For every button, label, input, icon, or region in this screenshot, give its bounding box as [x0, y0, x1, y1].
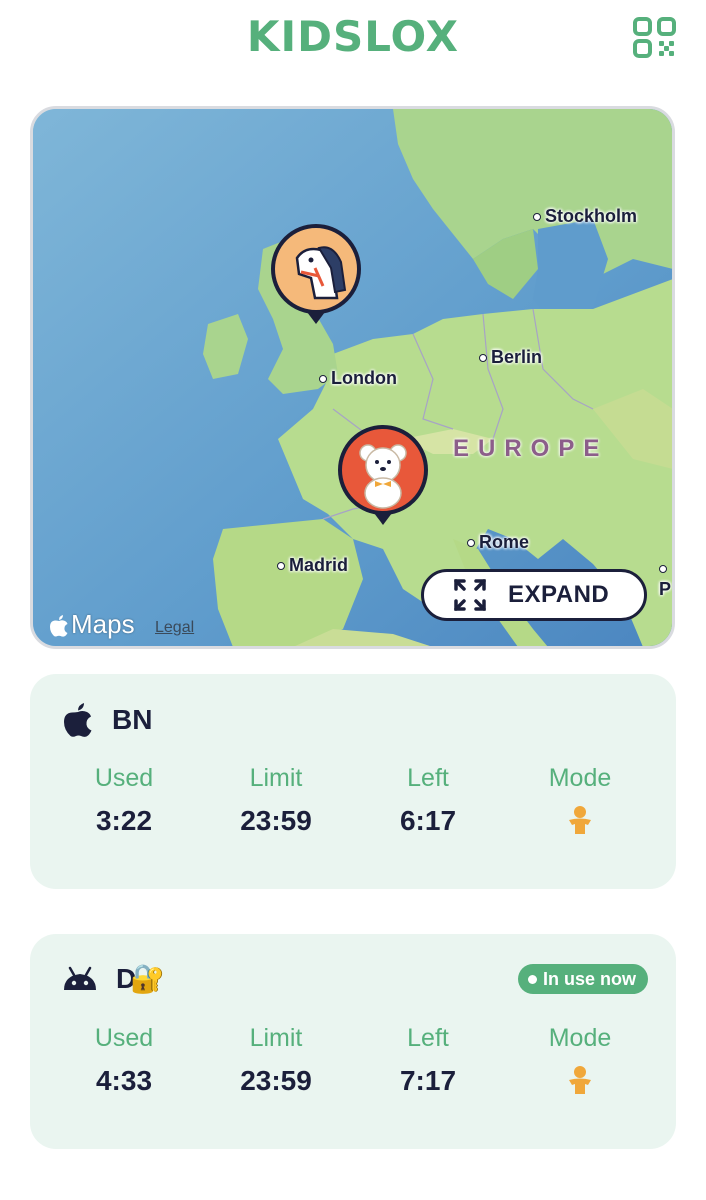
teddy-bear-avatar-icon: [338, 425, 428, 515]
expand-icon: [454, 579, 486, 611]
child-location-pin-teddy[interactable]: [338, 425, 428, 525]
city-label-stockholm: Stockholm: [533, 206, 637, 227]
city-label-london: London: [319, 368, 397, 389]
stat-value: 3:22: [95, 805, 153, 836]
stat-label: Limit: [249, 764, 303, 792]
usage-stats: Used 4:33 Limit 23:59 Left 7:17 Mode: [30, 1024, 676, 1100]
child-mode-icon: [564, 1065, 596, 1100]
map-legal-link[interactable]: Legal: [155, 619, 194, 637]
stat-label: Mode: [548, 764, 612, 792]
stat-used: Used 3:22: [48, 764, 200, 840]
stat-value: 7:17: [399, 1065, 457, 1096]
stat-label: Used: [94, 764, 154, 792]
city-label-partial: P: [659, 558, 672, 600]
maps-attribution: Maps: [49, 609, 135, 640]
device-header: D🔐: [62, 962, 165, 995]
stat-mode[interactable]: Mode: [504, 1024, 656, 1100]
usage-stats: Used 3:22 Limit 23:59 Left 6:17 Mode: [30, 764, 676, 840]
stat-value: 23:59: [240, 1065, 312, 1096]
apple-logo-icon: [50, 614, 68, 637]
stat-mode[interactable]: Mode: [504, 764, 656, 840]
device-card[interactable]: BN Used 3:22 Limit 23:59 Left 6:17 Mode: [30, 674, 676, 889]
city-label-madrid: Madrid: [277, 555, 348, 576]
device-name: D🔐: [116, 963, 166, 994]
in-use-label: In use now: [542, 968, 636, 989]
stat-limit: Limit 23:59: [200, 1024, 352, 1100]
stat-label: Left: [407, 764, 449, 792]
child-mode-icon: [564, 805, 596, 840]
expand-label: EXPAND: [508, 581, 610, 608]
stat-value: 6:17: [399, 805, 457, 836]
region-label-europe: EUROPE: [453, 435, 609, 462]
stat-left: Left 7:17: [352, 1024, 504, 1100]
stat-label: Used: [94, 1024, 154, 1052]
city-label-berlin: Berlin: [479, 347, 542, 368]
status-dot-icon: [527, 974, 537, 984]
child-location-pin-horse[interactable]: [271, 224, 361, 324]
expand-map-button[interactable]: EXPAND: [421, 569, 647, 621]
maps-brand-label: Maps: [71, 609, 135, 639]
stat-limit: Limit 23:59: [200, 764, 352, 840]
apple-icon: [64, 703, 92, 737]
stat-left: Left 6:17: [352, 764, 504, 840]
in-use-badge: In use now: [517, 964, 648, 994]
locked-key-icon: 🔐: [130, 963, 166, 994]
stat-label: Left: [407, 1024, 449, 1052]
qr-code-icon[interactable]: [632, 16, 678, 60]
stat-used: Used 4:33: [48, 1024, 200, 1100]
app-header: KIDSLOX: [0, 0, 706, 90]
stat-label: Limit: [249, 1024, 303, 1052]
horse-avatar-icon: [271, 224, 361, 314]
device-name: BN: [112, 704, 153, 735]
stat-value: 23:59: [240, 805, 312, 836]
android-icon: [64, 966, 96, 990]
city-label-rome: Rome: [467, 532, 529, 553]
device-card[interactable]: D🔐 In use now Used 4:33 Limit 23:59 Left…: [30, 934, 676, 1149]
stat-label: Mode: [548, 1024, 612, 1052]
kidslox-logo: KIDSLOX: [246, 12, 460, 61]
device-header: BN: [62, 702, 152, 738]
stat-value: 4:33: [95, 1065, 153, 1096]
location-map[interactable]: Stockholm Berlin London Rome Madrid P EU…: [30, 106, 675, 649]
